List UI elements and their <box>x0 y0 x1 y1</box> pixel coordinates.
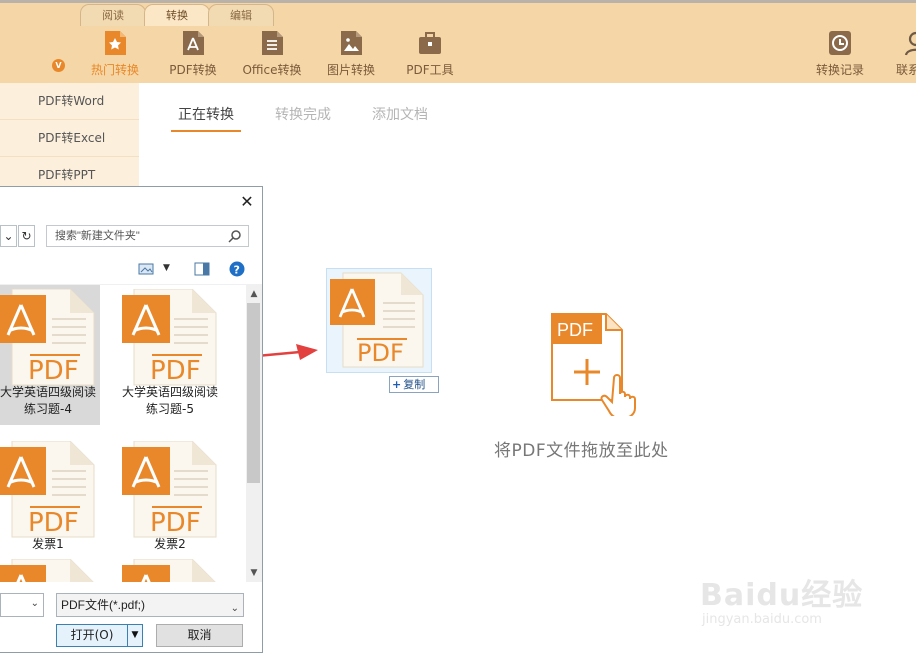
tool-label: 联系 <box>896 63 916 77</box>
tool-label: Office转换 <box>242 63 302 77</box>
tool-label: 热门转换 <box>90 63 139 77</box>
tab-read[interactable]: 阅读 <box>80 4 146 26</box>
tool-convert-history[interactable]: 转换记录 <box>810 30 870 80</box>
drop-hint: 将PDF文件拖放至此处 <box>494 441 669 461</box>
tab-add-document[interactable]: 添加文档 <box>372 104 428 124</box>
pdf-doc-icon <box>183 31 204 55</box>
file-grid: PDF 大学英语四级阅读练习题-4 PDF 大学英语四级阅读练习题-5 PDF … <box>0 285 246 582</box>
view-mode-dropdown-icon[interactable]: ▼ <box>163 263 170 273</box>
scroll-thumb[interactable] <box>247 303 260 483</box>
search-input[interactable]: 搜索"新建文件夹" <box>46 225 249 247</box>
scroll-down-icon[interactable]: ▼ <box>246 566 262 580</box>
file-name-field[interactable]: ⌄ <box>0 593 44 617</box>
help-icon[interactable]: ? <box>229 261 245 277</box>
star-doc-icon <box>105 31 126 55</box>
file-name: 大学英语四级阅读练习题-5 <box>121 385 218 416</box>
file-item[interactable]: PDF 大学英语四级阅读练习题-5 <box>118 285 222 425</box>
drop-icon-label: PDF <box>557 320 593 340</box>
clock-icon <box>829 31 851 55</box>
svg-text:PDF: PDF <box>150 508 201 538</box>
history-dropdown[interactable]: ⌄ <box>0 225 17 247</box>
tool-pdf-convert[interactable]: PDF转换 <box>164 30 222 80</box>
sidebar-item-pdf-to-excel[interactable]: PDF转Excel <box>0 120 139 157</box>
file-name: 发票2 <box>154 537 186 551</box>
pdf-file-icon: PDF <box>330 272 424 368</box>
file-type-value: PDF文件(*.pdf;) <box>61 598 146 612</box>
file-list-scrollbar[interactable]: ▲ ▼ <box>246 285 262 582</box>
file-open-dialog: ✕ ⌄ ↻ 搜索"新建文件夹" ▼ ? PDF 大学英语四级阅读练习题-4 PD… <box>0 186 263 653</box>
tab-converting[interactable]: 正在转换 <box>178 104 234 124</box>
tab-edit[interactable]: 编辑 <box>208 4 274 26</box>
chevron-down-icon: ⌄ <box>30 598 39 609</box>
open-button[interactable]: 打开(O) <box>56 624 128 647</box>
app-toolbar: 阅读 转换 编辑 V 热门转换 PDF转换 Office转换 图片转换 PDF工… <box>0 0 916 83</box>
pdf-drop-icon[interactable]: PDF <box>548 310 640 416</box>
active-tab-underline <box>171 130 241 132</box>
search-placeholder: 搜索"新建文件夹" <box>55 230 140 242</box>
file-icon-label: PDF <box>357 339 404 367</box>
pdf-file-icon <box>122 559 216 582</box>
pdf-file-icon: PDF <box>122 441 217 538</box>
preview-pane-icon[interactable] <box>194 262 210 276</box>
tool-label: 转换记录 <box>815 63 864 77</box>
search-icon <box>228 230 241 243</box>
svg-text:?: ? <box>234 264 240 277</box>
office-doc-icon <box>262 31 283 55</box>
file-name: 大学英语四级阅读练习题-4 <box>0 385 96 416</box>
tool-image-convert[interactable]: 图片转换 <box>322 30 380 80</box>
watermark-text: Baidu经验 <box>700 578 864 613</box>
svg-text:PDF: PDF <box>28 508 79 538</box>
close-icon[interactable]: ✕ <box>238 193 256 211</box>
file-type-select[interactable]: PDF文件(*.pdf;) ⌄ <box>56 593 244 617</box>
tool-hot-convert[interactable]: 热门转换 <box>84 30 146 80</box>
scroll-up-icon[interactable]: ▲ <box>246 287 262 301</box>
tab-convert[interactable]: 转换 <box>144 4 210 26</box>
drag-ghost: PDF <box>326 268 432 373</box>
tool-contact[interactable]: 联系 <box>890 30 916 80</box>
svg-text:PDF: PDF <box>28 356 79 386</box>
tool-label: PDF转换 <box>169 63 217 77</box>
tool-label: 图片转换 <box>326 63 375 77</box>
tab-completed[interactable]: 转换完成 <box>275 104 331 124</box>
pdf-file-icon: PDF <box>122 289 217 386</box>
watermark-url: jingyan.baidu.com <box>702 612 822 627</box>
tool-office-convert[interactable]: Office转换 <box>240 30 304 80</box>
cancel-button[interactable]: 取消 <box>156 624 243 647</box>
file-name: 发票1 <box>32 537 64 551</box>
chevron-down-icon: ⌄ <box>230 603 239 614</box>
toolbox-icon <box>419 32 441 54</box>
pdf-file-icon: PDF <box>0 441 95 538</box>
view-toolbar: ▼ ? <box>0 257 262 285</box>
tool-pdf-tools[interactable]: PDF工具 <box>402 30 458 80</box>
pdf-file-icon: PDF <box>0 289 95 386</box>
copy-label: 复制 <box>403 378 426 391</box>
file-item[interactable] <box>118 555 222 582</box>
svg-text:PDF: PDF <box>150 356 201 386</box>
open-options-dropdown[interactable]: ▼ <box>127 624 143 647</box>
image-doc-icon <box>341 31 362 55</box>
vip-badge[interactable]: V <box>52 59 65 72</box>
view-mode-icon[interactable] <box>138 263 154 275</box>
user-icon <box>904 31 916 56</box>
plus-icon: + <box>392 378 402 391</box>
refresh-button[interactable]: ↻ <box>18 225 35 247</box>
file-item[interactable] <box>0 555 100 582</box>
baidu-watermark: Baidu经验 jingyan.baidu.com <box>700 570 870 632</box>
tool-label: PDF工具 <box>406 63 454 77</box>
copy-tooltip: + 复制 <box>389 376 439 393</box>
file-item[interactable]: PDF 大学英语四级阅读练习题-4 <box>0 285 100 425</box>
sidebar-item-pdf-to-word[interactable]: PDF转Word <box>0 83 139 120</box>
pdf-file-icon <box>0 559 94 582</box>
